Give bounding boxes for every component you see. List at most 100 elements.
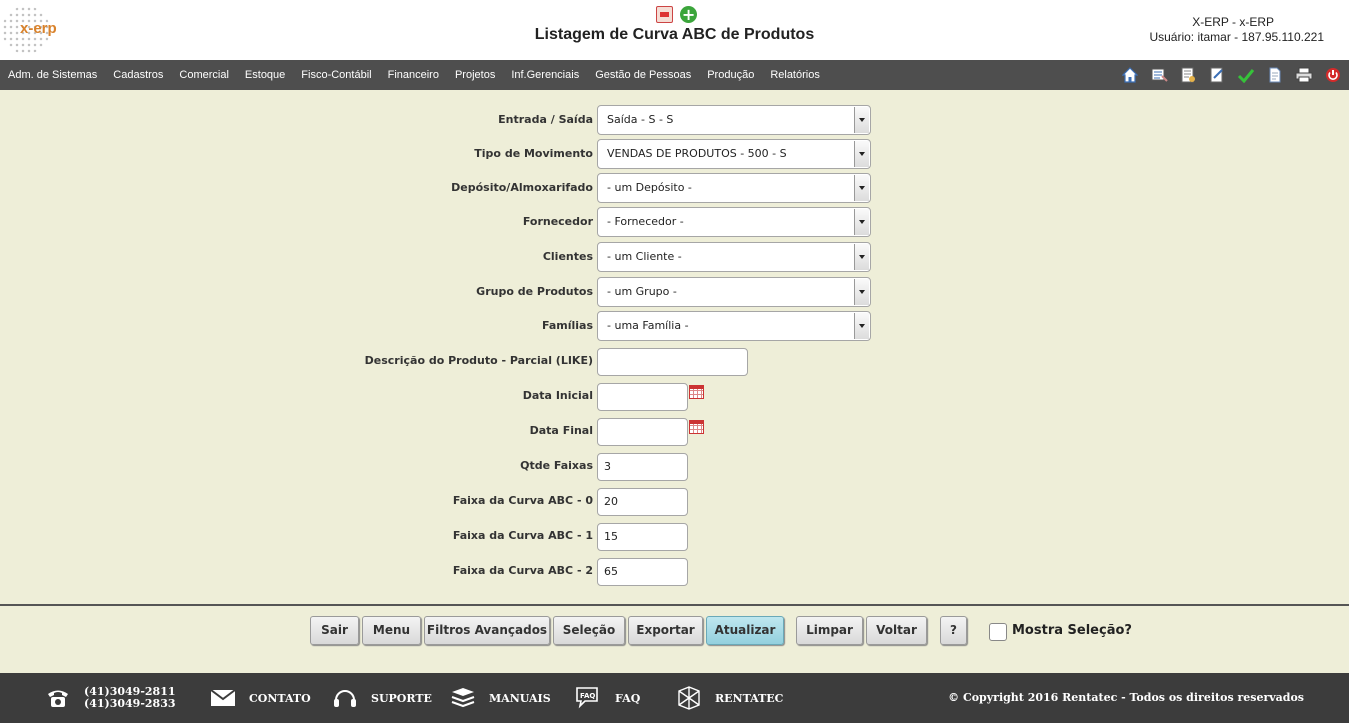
menu-button[interactable]: Menu xyxy=(362,616,421,645)
menu-item-financeiro[interactable]: Financeiro xyxy=(380,69,447,81)
qtde-faixas-input[interactable]: 3 xyxy=(597,453,688,481)
report-icon[interactable] xyxy=(1178,65,1198,85)
fornecedor-select[interactable]: - Fornecedor - xyxy=(597,207,871,237)
menu-item-projetos[interactable]: Projetos xyxy=(447,69,503,81)
data-final-input[interactable] xyxy=(597,418,688,446)
data-inicial-label: Data Inicial xyxy=(522,389,593,402)
faq-label: FAQ xyxy=(615,691,641,705)
chevron-down-icon[interactable] xyxy=(854,209,869,235)
menu-item-adm-sistemas[interactable]: Adm. de Sistemas xyxy=(0,69,105,81)
entrada-saida-value: Saída - S - S xyxy=(607,113,674,126)
chevron-down-icon[interactable] xyxy=(854,107,869,133)
row-familias: Famílias - uma Família - xyxy=(0,311,1349,341)
mostra-selecao-checkbox[interactable] xyxy=(989,623,1007,641)
faixa-2-input[interactable]: 65 xyxy=(597,558,688,586)
calendar-icon[interactable] xyxy=(689,420,704,434)
clientes-label: Clientes xyxy=(542,250,593,263)
chevron-down-icon[interactable] xyxy=(854,313,869,339)
chevron-down-icon[interactable] xyxy=(854,279,869,305)
row-data-inicial: Data Inicial xyxy=(0,381,1349,411)
phone-numbers: (41)3049-2811 (41)3049-2833 xyxy=(84,686,176,710)
faixa-0-label: Faixa da Curva ABC - 0 xyxy=(452,494,593,507)
footer: (41)3049-2811 (41)3049-2833 CONTATO SUPO… xyxy=(0,673,1349,723)
user-info-box: X-ERP - x-ERP Usuário: itamar - 187.95.1… xyxy=(1149,15,1324,45)
mail-icon xyxy=(209,686,237,710)
footer-faq[interactable]: FAQ FAQ xyxy=(575,673,640,723)
document-icon[interactable] xyxy=(1265,65,1285,85)
tipo-movimento-select[interactable]: VENDAS DE PRODUTOS - 500 - S xyxy=(597,139,871,169)
entrada-saida-select[interactable]: Saída - S - S xyxy=(597,105,871,135)
filtros-avancados-button[interactable]: Filtros Avançados xyxy=(424,616,550,645)
rentatec-label: RENTATEC xyxy=(715,691,784,705)
row-tipo-movimento: Tipo de Movimento VENDAS DE PRODUTOS - 5… xyxy=(0,139,1349,169)
grupo-produtos-label: Grupo de Produtos xyxy=(476,285,593,298)
contato-label: CONTATO xyxy=(249,691,311,705)
help-button[interactable]: ? xyxy=(940,616,967,645)
faq-icon-text: FAQ xyxy=(580,692,595,700)
sair-button[interactable]: Sair xyxy=(310,616,359,645)
power-icon[interactable] xyxy=(1323,65,1343,85)
calendar-icon[interactable] xyxy=(689,385,704,399)
tipo-movimento-label: Tipo de Movimento xyxy=(474,147,593,160)
row-data-final: Data Final xyxy=(0,416,1349,446)
headset-icon xyxy=(331,686,359,710)
faixa-0-input[interactable]: 20 xyxy=(597,488,688,516)
chevron-down-icon[interactable] xyxy=(854,244,869,270)
menu-item-estoque[interactable]: Estoque xyxy=(237,69,293,81)
grupo-produtos-value: - um Grupo - xyxy=(607,285,677,298)
inbox-icon[interactable] xyxy=(1149,65,1169,85)
row-faixa-0: Faixa da Curva ABC - 0 20 xyxy=(0,486,1349,516)
action-buttons-bar: Sair Menu Filtros Avançados Seleção Expo… xyxy=(0,616,1349,646)
footer-phones[interactable]: (41)3049-2811 (41)3049-2833 xyxy=(44,673,176,723)
report-doc-icon[interactable] xyxy=(656,6,673,23)
menu-item-cadastros[interactable]: Cadastros xyxy=(105,69,171,81)
voltar-button[interactable]: Voltar xyxy=(866,616,927,645)
faixa-1-input[interactable]: 15 xyxy=(597,523,688,551)
menu-item-comercial[interactable]: Comercial xyxy=(171,69,237,81)
clientes-select[interactable]: - um Cliente - xyxy=(597,242,871,272)
descricao-input[interactable] xyxy=(597,348,748,376)
menu-item-relatorios[interactable]: Relatórios xyxy=(762,69,828,81)
suporte-label: SUPORTE xyxy=(371,691,432,705)
exportar-button[interactable]: Exportar xyxy=(628,616,703,645)
fornecedor-label: Fornecedor xyxy=(522,215,593,228)
header-actions: + xyxy=(656,4,699,23)
selecao-button[interactable]: Seleção xyxy=(553,616,625,645)
limpar-button[interactable]: Limpar xyxy=(796,616,863,645)
menu-item-fisco-contabil[interactable]: Fisco-Contábil xyxy=(293,69,379,81)
edit-icon[interactable] xyxy=(1207,65,1227,85)
fornecedor-value: - Fornecedor - xyxy=(607,215,684,228)
system-name: X-ERP - x-ERP xyxy=(1192,15,1274,29)
familias-label: Famílias xyxy=(541,319,593,332)
atualizar-button[interactable]: Atualizar xyxy=(706,616,784,645)
data-final-label: Data Final xyxy=(529,424,593,437)
faixa-2-label: Faixa da Curva ABC - 2 xyxy=(452,564,593,577)
menu-item-producao[interactable]: Produção xyxy=(699,69,762,81)
books-icon xyxy=(449,686,477,710)
menu-item-gestao-pessoas[interactable]: Gestão de Pessoas xyxy=(587,69,699,81)
add-icon[interactable]: + xyxy=(680,6,698,23)
faixa-1-label: Faixa da Curva ABC - 1 xyxy=(452,529,593,542)
row-clientes: Clientes - um Cliente - xyxy=(0,242,1349,272)
qtde-faixas-label: Qtde Faixas xyxy=(520,459,593,472)
chevron-down-icon[interactable] xyxy=(854,175,869,201)
main-menu: Adm. de Sistemas Cadastros Comercial Est… xyxy=(0,60,828,90)
grupo-produtos-select[interactable]: - um Grupo - xyxy=(597,277,871,307)
deposito-select[interactable]: - um Depósito - xyxy=(597,173,871,203)
row-faixa-1: Faixa da Curva ABC - 1 15 xyxy=(0,521,1349,551)
check-icon[interactable] xyxy=(1236,65,1256,85)
familias-value: - uma Família - xyxy=(607,319,689,332)
chevron-down-icon[interactable] xyxy=(854,141,869,167)
footer-suporte[interactable]: SUPORTE xyxy=(331,673,432,723)
familias-select[interactable]: - uma Família - xyxy=(597,311,871,341)
menu-item-inf-gerenciais[interactable]: Inf.Gerenciais xyxy=(503,69,587,81)
footer-rentatec[interactable]: RENTATEC xyxy=(675,673,783,723)
data-inicial-input[interactable] xyxy=(597,383,688,411)
row-grupo-produtos: Grupo de Produtos - um Grupo - xyxy=(0,277,1349,307)
deposito-value: - um Depósito - xyxy=(607,181,692,194)
footer-contato[interactable]: CONTATO xyxy=(209,673,311,723)
print-icon[interactable] xyxy=(1294,65,1314,85)
home-icon[interactable] xyxy=(1120,65,1140,85)
footer-manuais[interactable]: MANUAIS xyxy=(449,673,551,723)
faq-icon: FAQ xyxy=(575,686,603,710)
